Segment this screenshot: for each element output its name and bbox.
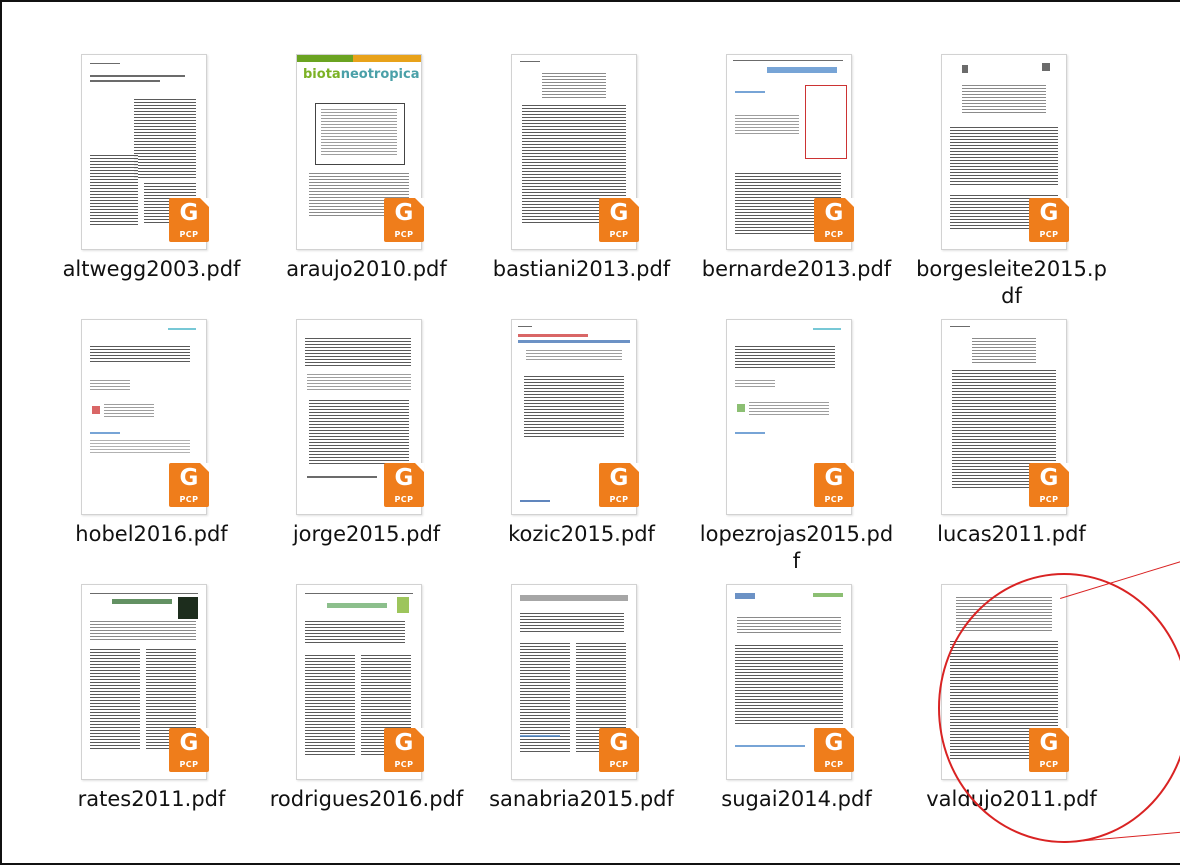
file-item-kozic2015[interactable]: G PCP kozic2015.pdf [474,313,689,578]
file-item-lucas2011[interactable]: G PCP lucas2011.pdf [904,313,1119,578]
file-name-label: lucas2011.pdf [937,522,1086,546]
file-item-araujo2010[interactable]: biotaneotropica G PCP araujo2010.pdf [259,48,474,313]
file-name-label: bernarde2013.pdf [701,257,892,281]
file-name-label: jorge2015.pdf [292,522,441,546]
file-name-label: lopezrojas2015.pdf [699,522,894,573]
file-name-label: bastiani2013.pdf [492,257,671,281]
file-icon-grid: G PCP altwegg2003.pdf biotaneotropica G … [44,48,1180,843]
file-name-label: borgesleite2015.pdf [916,257,1107,308]
pdf-reader-app-icon: G PCP [599,198,639,242]
file-item-sugai2014[interactable]: G PCP sugai2014.pdf [689,578,904,843]
file-item-bernarde2013[interactable]: G PCP bernarde2013.pdf [689,48,904,313]
file-item-lopezrojas2015[interactable]: G PCP lopezrojas2015.pdf [689,313,904,578]
pdf-reader-app-icon: G PCP [169,463,209,507]
file-item-rates2011[interactable]: G PCP rates2011.pdf [44,578,259,843]
pdf-reader-app-icon: G PCP [169,198,209,242]
pdf-reader-app-icon: G PCP [384,728,424,772]
pdf-reader-app-icon: G PCP [814,728,854,772]
file-item-altwegg2003[interactable]: G PCP altwegg2003.pdf [44,48,259,313]
pdf-reader-app-icon: G PCP [1029,728,1069,772]
pdf-reader-app-icon: G PCP [814,463,854,507]
file-item-borgesleite2015[interactable]: G PCP borgesleite2015.pdf [904,48,1119,313]
file-item-rodrigues2016[interactable]: G PCP rodrigues2016.pdf [259,578,474,843]
file-name-label: araujo2010.pdf [286,257,447,281]
file-name-label: sugai2014.pdf [721,787,872,811]
pdf-reader-app-icon: G PCP [1029,198,1069,242]
file-name-label: kozic2015.pdf [508,522,655,546]
file-name-label: rates2011.pdf [77,787,226,811]
file-item-jorge2015[interactable]: G PCP jorge2015.pdf [259,313,474,578]
file-name-label: hobel2016.pdf [75,522,228,546]
file-name-label: valdujo2011.pdf [926,787,1097,811]
pdf-reader-app-icon: G PCP [169,728,209,772]
pdf-reader-app-icon: G PCP [599,728,639,772]
file-name-label: rodrigues2016.pdf [269,787,464,811]
file-item-valdujo2011[interactable]: G PCP valdujo2011.pdf [904,578,1119,843]
pdf-reader-app-icon: G PCP [814,198,854,242]
pdf-reader-app-icon: G PCP [1029,463,1069,507]
file-item-bastiani2013[interactable]: G PCP bastiani2013.pdf [474,48,689,313]
pdf-reader-app-icon: G PCP [384,463,424,507]
pdf-reader-app-icon: G PCP [599,463,639,507]
file-name-label: altwegg2003.pdf [62,257,241,281]
file-name-label: sanabria2015.pdf [489,787,674,811]
file-item-sanabria2015[interactable]: G PCP sanabria2015.pdf [474,578,689,843]
file-item-hobel2016[interactable]: G PCP hobel2016.pdf [44,313,259,578]
pdf-reader-app-icon: G PCP [384,198,424,242]
